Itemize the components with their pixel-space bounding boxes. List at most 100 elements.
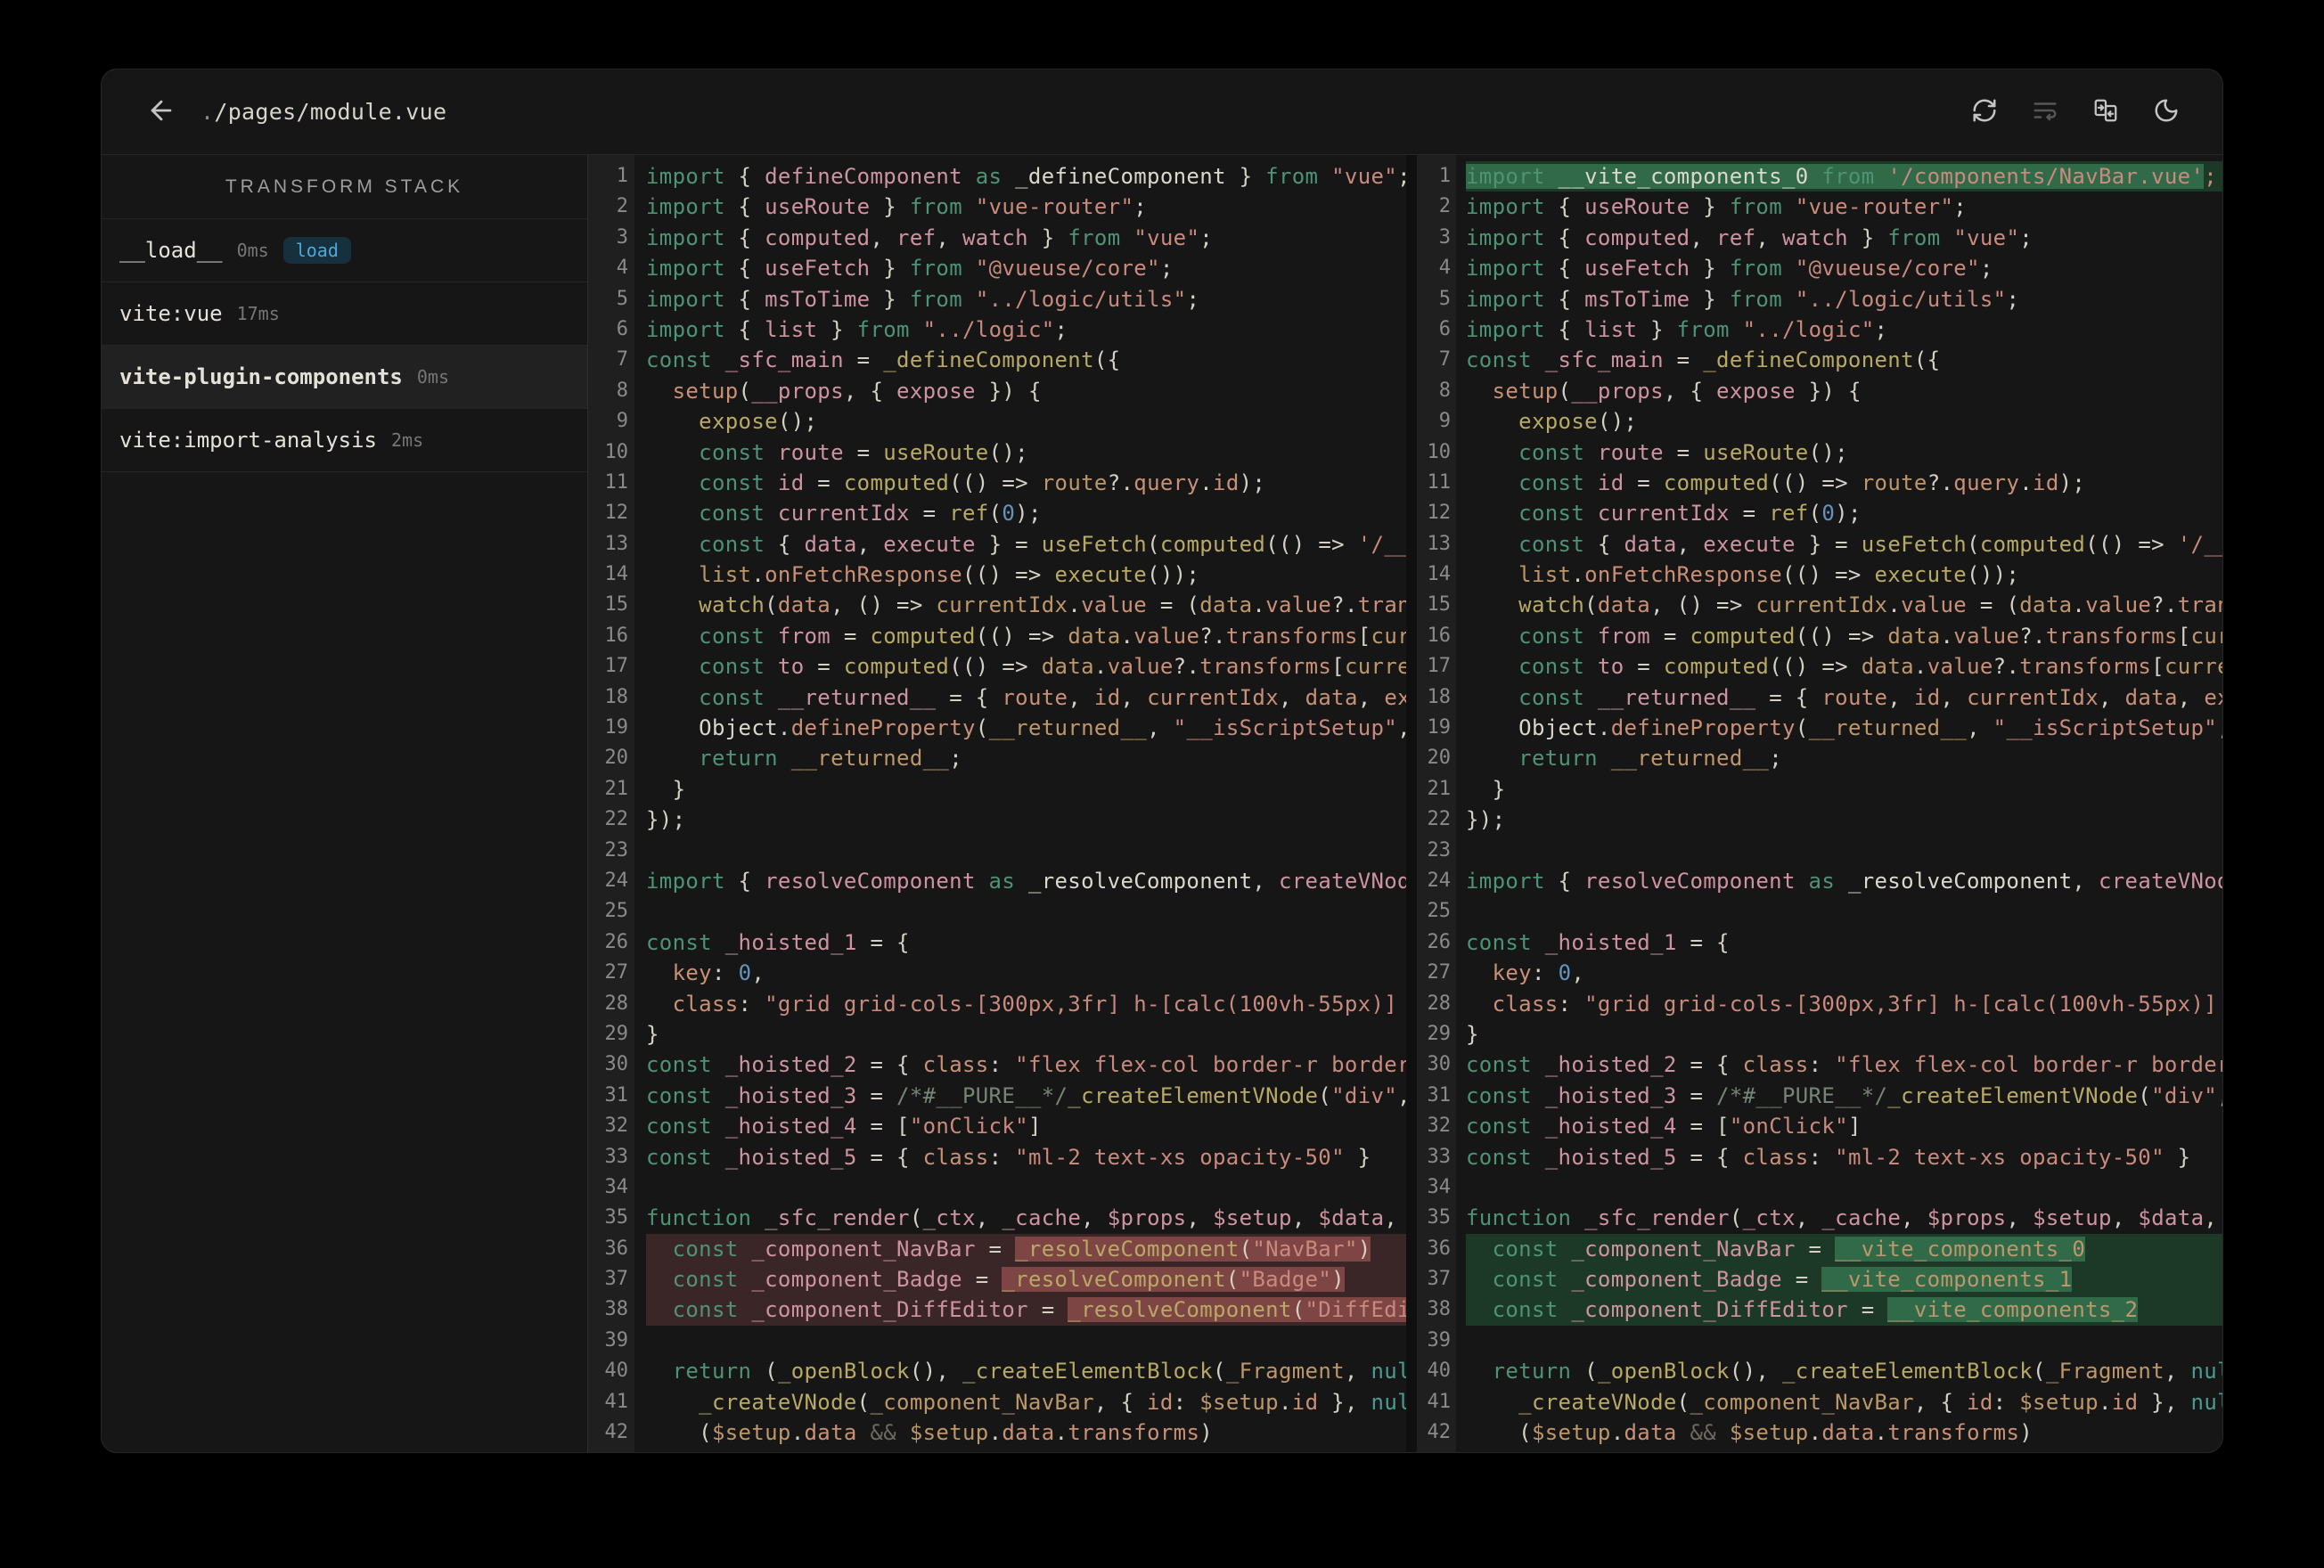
line-number: 7 [1438, 348, 1451, 372]
code-panel-before[interactable]: 1 2 3 4 5 6 7 8 9 10 11 12 13 14 15 16 17 18 19 20 21 22 23 24 2… [588, 155, 1406, 1452]
code-token: "NavBar" [1252, 1236, 1358, 1262]
file-path: ./pages/module.vue [200, 99, 446, 125]
code-line: } [1466, 774, 2222, 804]
code-token: value [1927, 654, 1993, 680]
code-line: const _hoisted_3 = /*#__PURE__*/_createE… [1466, 1081, 2222, 1111]
plugin-name: vite:import-analysis [119, 428, 377, 453]
code-token: '/components/NavBar.vue' [1887, 164, 2205, 189]
code-token: query [1133, 470, 1200, 495]
code-token: setup [672, 378, 739, 404]
line-number: 16 [1427, 624, 1452, 647]
code-token: { [1544, 194, 1585, 220]
line-number: 7 [616, 348, 628, 372]
code-token: $data [2138, 1205, 2205, 1231]
code-token: __returned__ [1610, 746, 1770, 772]
code-line: return (_openBlock(), _createElementBloc… [1466, 1356, 2222, 1386]
line-number: 2 [1438, 195, 1451, 218]
transform-stack-item--load-[interactable]: __load__ 0ms load [102, 219, 587, 282]
code-token: { [724, 164, 765, 189]
code-token: const [1518, 470, 1585, 495]
code-token: : [738, 991, 765, 1017]
code-token: $data [1318, 1205, 1385, 1231]
merge-panels-button[interactable] [2092, 99, 2119, 126]
code-token: (() => [1265, 531, 1358, 557]
code-token: , [1357, 684, 1385, 710]
line-number: 20 [604, 747, 629, 770]
wrap-lines-button[interactable] [2032, 99, 2058, 126]
code-token: , [1291, 1205, 1319, 1231]
code-token: route [777, 439, 844, 465]
code-token: _component_NavBar [1571, 1236, 1796, 1262]
moon-button[interactable] [2153, 99, 2180, 126]
code-token: const [646, 1144, 712, 1170]
code-token: { [724, 316, 765, 342]
code-line: list.onFetchResponse(() => execute()); [646, 559, 1406, 590]
code-token: . [1278, 1389, 1292, 1415]
code-token: from [1821, 164, 1875, 189]
code-token: value [1081, 592, 1148, 618]
code-token: ; [1159, 256, 1174, 282]
code-token: id [1597, 470, 1624, 495]
code-token: ( [1967, 531, 1980, 557]
transform-stack-item-vite-vue[interactable]: vite:vue 17ms [102, 282, 587, 346]
code-token: _hoisted_5 [724, 1144, 857, 1170]
code-token: /*#__PURE__*/ [1716, 1082, 1888, 1108]
code-token: _component_DiffEditor [1571, 1297, 1848, 1323]
code-token: from [909, 256, 962, 282]
code-token: . [2072, 592, 2086, 618]
code-token: computed [870, 623, 976, 649]
code-token: , { [1913, 1389, 1968, 1415]
code-token: import [646, 225, 725, 250]
code-token: currentIdx [1147, 684, 1279, 710]
transform-stack-item-vite-plugin-components[interactable]: vite-plugin-components 0ms [102, 346, 587, 409]
code-token: && [856, 1420, 910, 1446]
code-token: as [962, 164, 1016, 189]
code-token: "Badge" [1239, 1267, 1332, 1293]
code-token: import [646, 256, 725, 282]
code-token: _createElementBlock [962, 1359, 1214, 1384]
code-panel-after[interactable]: 1 2 3 4 5 6 7 8 9 10 11 12 13 14 15 16 17 18 19 20 21 22 23 24 2… [1417, 155, 2222, 1452]
code-line: const _hoisted_4 = ["onClick"] [646, 1111, 1406, 1141]
transform-stack-item-vite-import-analysis[interactable]: vite:import-analysis 2ms [102, 409, 587, 472]
code-token: ); [1015, 501, 1042, 527]
code-token: const [646, 1082, 712, 1108]
code-token: (() => [1769, 470, 1862, 495]
code-token: data [1041, 654, 1094, 680]
refresh-icon [1971, 97, 1998, 127]
code-token: ; [1133, 194, 1148, 220]
code-token: ) [1199, 1420, 1214, 1446]
code-token: list [1584, 316, 1638, 342]
code-token: , [751, 960, 765, 986]
code-line: const _hoisted_3 = /*#__PURE__*/_createE… [646, 1081, 1406, 1111]
code-token: _createElementBlock [1782, 1359, 2034, 1384]
code-token: . [1093, 654, 1108, 680]
line-number: 26 [604, 930, 629, 953]
code-token: _createVNode [699, 1389, 857, 1415]
line-number: 24 [604, 869, 629, 892]
code-token: computed [1979, 531, 2086, 557]
back-button[interactable] [142, 93, 181, 132]
code-token: ( [1225, 1267, 1240, 1293]
code-token: ( [1558, 378, 1572, 404]
code-column: import __vite_components_0 from '/compon… [1456, 155, 2222, 1452]
code-token: _sfc_render [1584, 1205, 1730, 1231]
code-token: , [975, 1205, 1002, 1231]
refresh-button[interactable] [1971, 99, 1998, 126]
code-token: defineComponent [765, 164, 962, 189]
code-token: , [2164, 1359, 2191, 1384]
code-token: const [699, 684, 765, 710]
line-number: 24 [1427, 869, 1452, 892]
code-token: from [1597, 623, 1651, 649]
code-token: $setup [1531, 1420, 1611, 1446]
